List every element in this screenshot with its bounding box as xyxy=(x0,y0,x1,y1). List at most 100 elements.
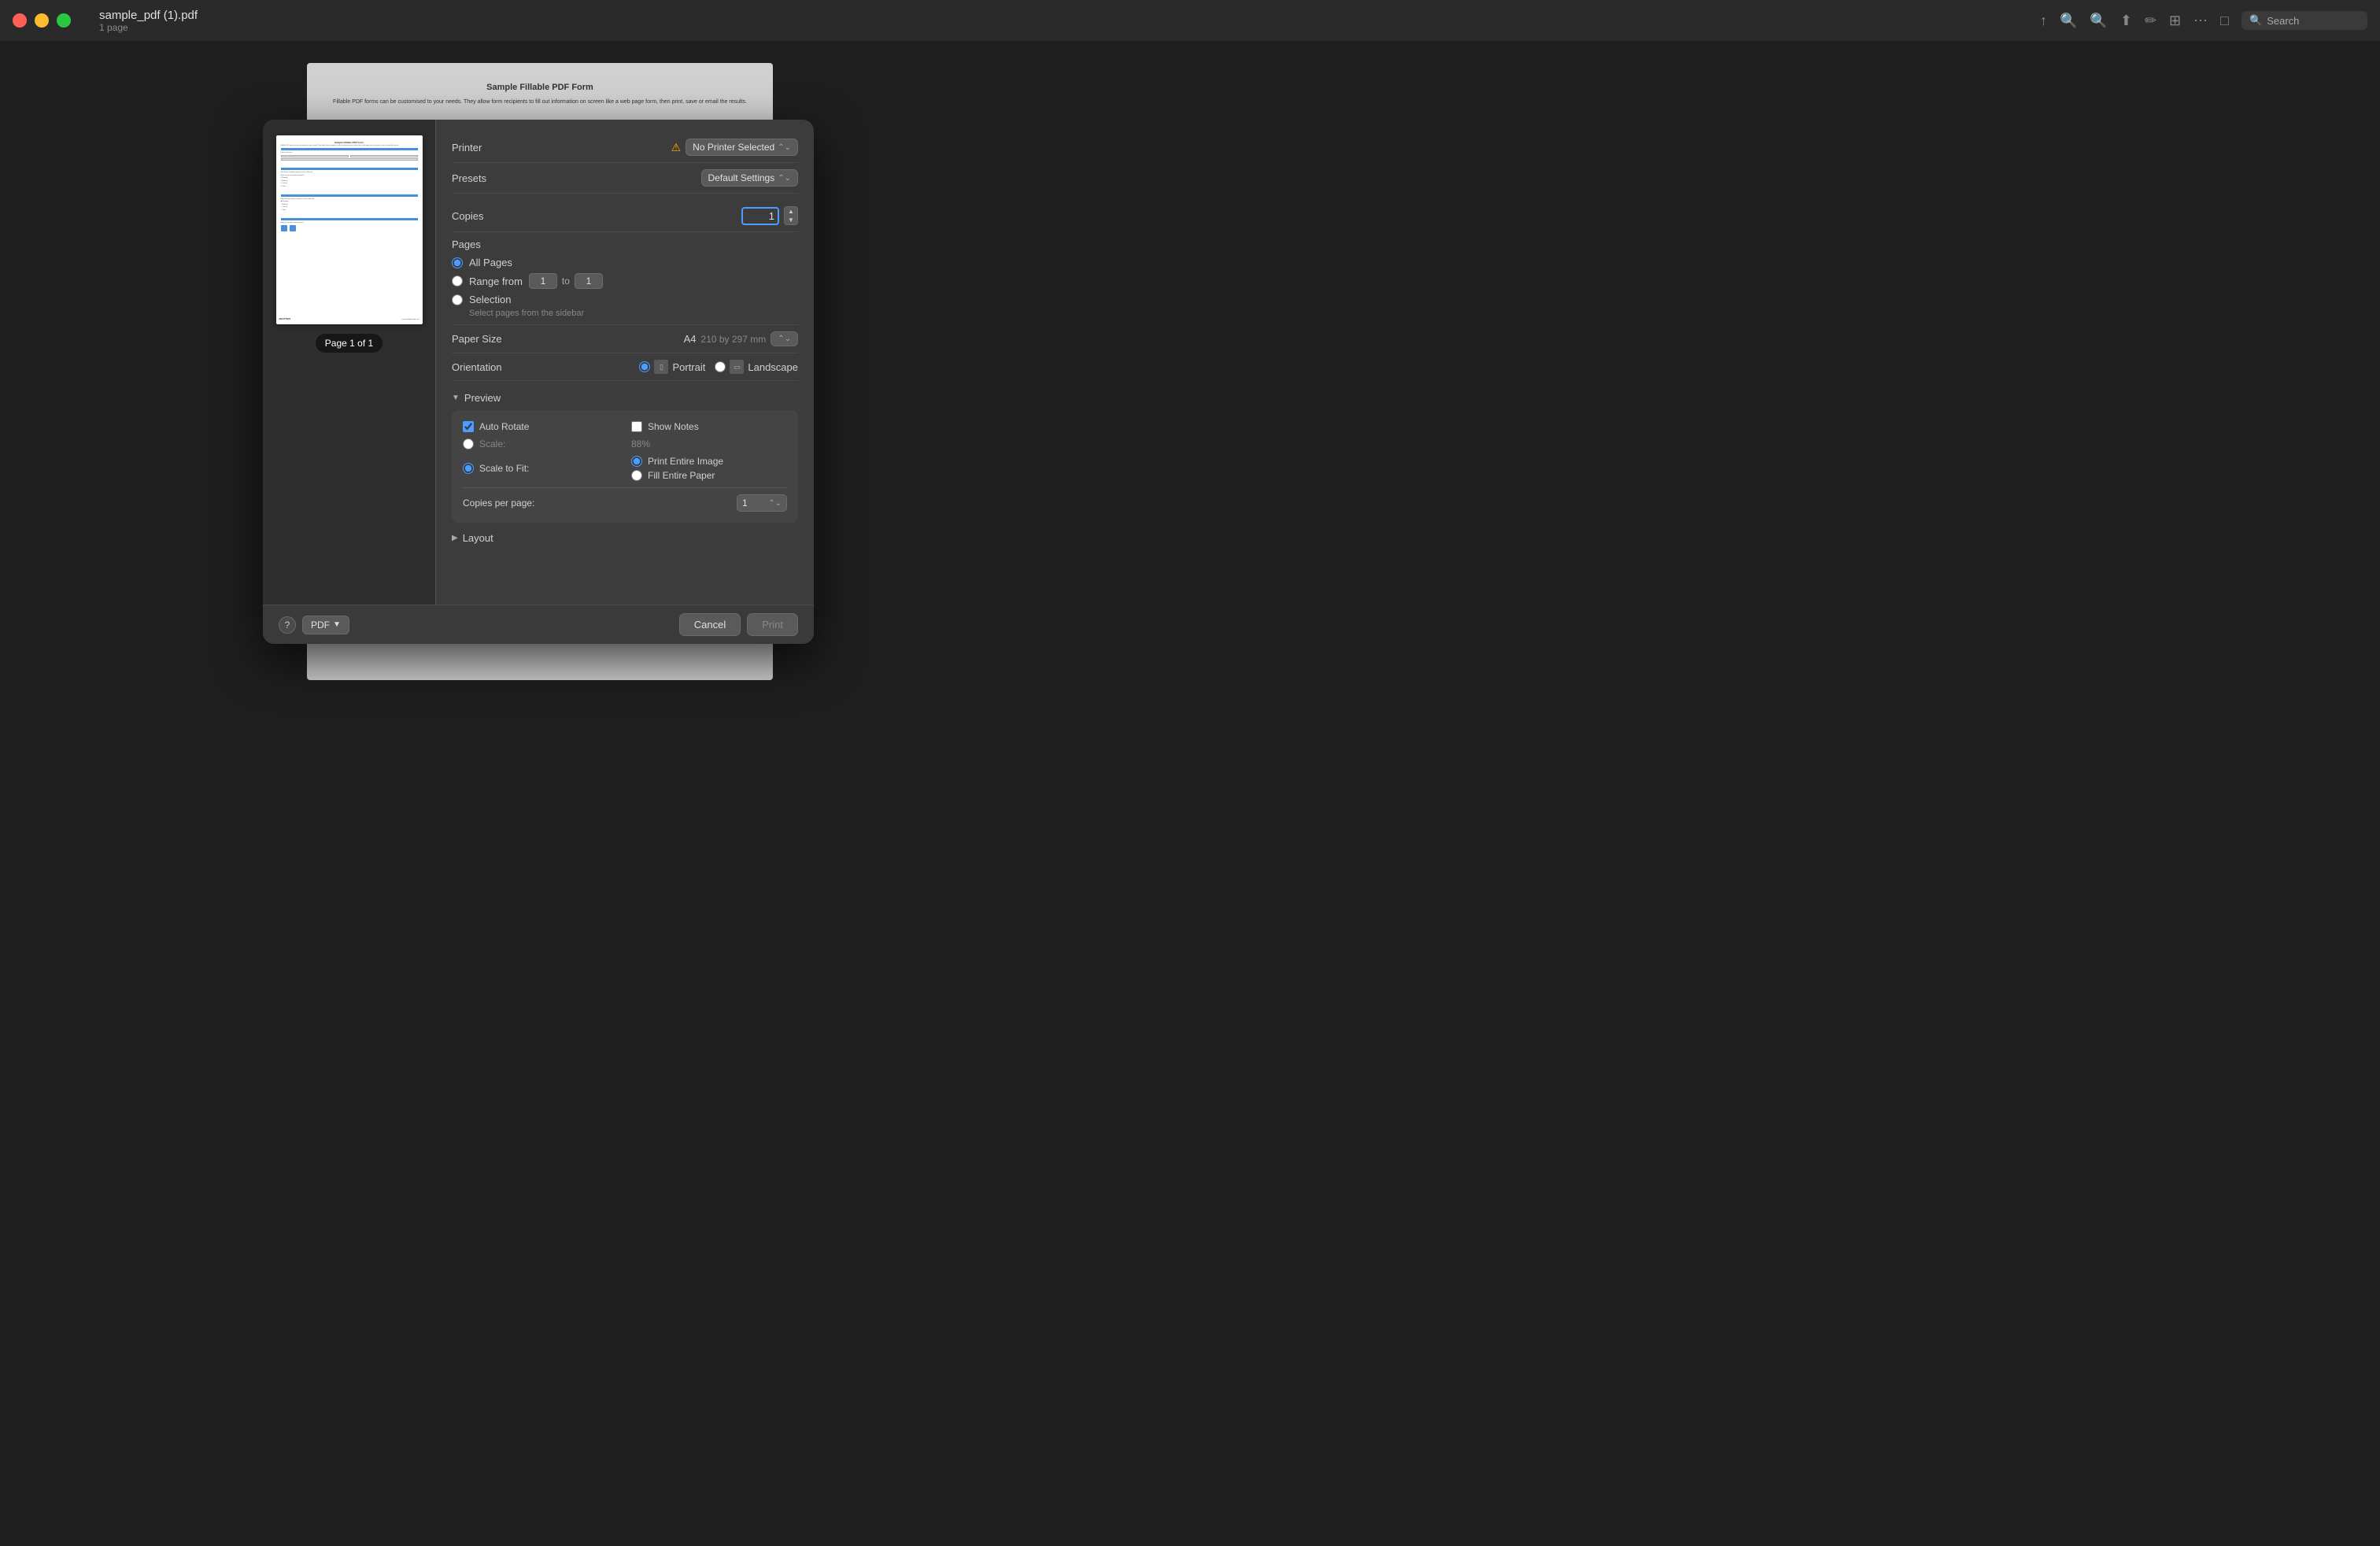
auto-rotate-row: Auto Rotate xyxy=(463,421,619,432)
print-entire-image-label: Print Entire Image xyxy=(648,456,723,467)
preview-radio-section: Radio Buttons (only one option can be se… xyxy=(281,198,418,201)
cancel-button[interactable]: Cancel xyxy=(679,613,741,636)
pages-section: Pages All Pages Range from to Selection … xyxy=(452,232,798,325)
preview-blue-bar-2 xyxy=(281,168,418,170)
show-notes-checkbox[interactable] xyxy=(631,421,642,432)
scale-percent: 88% xyxy=(631,438,650,449)
copies-decrement[interactable]: ▼ xyxy=(785,216,797,224)
all-pages-radio[interactable] xyxy=(452,257,463,268)
minimize-button[interactable] xyxy=(35,13,49,28)
traffic-lights xyxy=(13,13,71,28)
orientation-row: Orientation ▯ Portrait ▭ Landscape xyxy=(452,353,798,381)
copies-per-page-row: Copies per page: 1 ⌃⌄ xyxy=(463,487,787,512)
portrait-radio[interactable] xyxy=(639,361,650,372)
pages-label: Pages xyxy=(452,239,798,250)
printer-warning-icon: ⚠ xyxy=(671,141,682,154)
preview-section-header[interactable]: ▼ Preview xyxy=(452,386,798,410)
file-subtitle: 1 page xyxy=(99,22,198,33)
preview-logo: BEATTIES xyxy=(279,318,291,321)
search-bar[interactable]: 🔍 Search xyxy=(2241,11,2367,30)
page-indicator: Page 1 of 1 xyxy=(316,334,382,353)
preview-blue-bar-1 xyxy=(281,148,418,150)
search-placeholder: Search xyxy=(2267,15,2299,27)
close-button[interactable] xyxy=(13,13,27,28)
range-to-input[interactable] xyxy=(575,273,603,289)
range-to-label: to xyxy=(562,276,570,287)
selection-row: Selection xyxy=(452,294,798,305)
auto-rotate-label: Auto Rotate xyxy=(479,421,529,432)
fill-entire-paper-radio[interactable] xyxy=(631,470,642,481)
range-from-input[interactable] xyxy=(529,273,557,289)
paper-size-dropdown[interactable]: ⌃⌄ xyxy=(771,331,798,346)
presets-dropdown[interactable]: Default Settings ⌃⌄ xyxy=(701,169,798,187)
copies-input[interactable] xyxy=(741,207,779,225)
maximize-button[interactable] xyxy=(57,13,71,28)
pdf-button[interactable]: PDF ▼ xyxy=(302,616,349,634)
print-entire-image-radio[interactable] xyxy=(631,456,642,467)
preview-input-row-2 xyxy=(281,158,418,161)
landscape-radio[interactable] xyxy=(715,361,726,372)
scale-value-row: 88% xyxy=(631,438,787,449)
preview-chevron-icon: ▼ xyxy=(452,394,460,402)
export-icon[interactable]: ⬆ xyxy=(2120,13,2132,29)
cpp-value: 1 xyxy=(742,497,748,509)
bottom-left-actions: ? PDF ▼ xyxy=(279,616,349,634)
scale-to-fit-radio[interactable] xyxy=(463,463,474,474)
selection-radio[interactable] xyxy=(452,294,463,305)
copies-row: Copies ▲ ▼ xyxy=(452,200,798,232)
orientation-options: ▯ Portrait ▭ Landscape xyxy=(639,360,798,374)
preview-input-name xyxy=(281,155,349,157)
printer-dropdown[interactable]: No Printer Selected ⌃⌄ xyxy=(686,139,798,156)
titlebar: sample_pdf (1).pdf 1 page ↑ 🔍 🔍 ⬆ ✏ ⊞ ⋯ … xyxy=(0,0,2380,41)
range-row: Range from to xyxy=(452,273,798,289)
copies-label: Copies xyxy=(452,210,483,222)
cpp-arrow-icon: ⌃⌄ xyxy=(768,499,782,508)
presets-label: Presets xyxy=(452,172,486,184)
pdf-button-label: PDF xyxy=(311,620,330,631)
all-pages-label: All Pages xyxy=(469,257,512,268)
printer-label: Printer xyxy=(452,142,482,153)
share2-icon[interactable]: □ xyxy=(2220,13,2229,29)
scale-radio[interactable] xyxy=(463,438,474,449)
paper-dropdown-arrow: ⌃⌄ xyxy=(778,335,791,343)
landscape-label: Landscape xyxy=(748,361,798,373)
zoom-in-icon[interactable]: 🔍 xyxy=(2090,13,2107,29)
zoom-out-icon[interactable]: 🔍 xyxy=(2060,13,2077,29)
share-icon[interactable]: ↑ xyxy=(2040,13,2047,29)
pdf-button-arrow: ▼ xyxy=(333,620,341,629)
print-settings: Printer ⚠ No Printer Selected ⌃⌄ Presets… xyxy=(436,120,814,605)
paper-size-label: Paper Size xyxy=(452,333,502,345)
print-dialog: Sample Fillable PDF Form Fillable PDF fo… xyxy=(263,120,814,644)
scale-to-fit-label: Scale to Fit: xyxy=(479,463,529,474)
show-notes-label: Show Notes xyxy=(648,421,699,432)
selection-label: Selection xyxy=(469,294,511,305)
preview-input-row-1 xyxy=(281,155,418,157)
preview-checkbox-section: Blue Boxes (multiple options can be sele… xyxy=(281,172,418,174)
annotate-icon[interactable]: ✏ xyxy=(2145,13,2156,29)
pdf-title: Sample Fillable PDF Form xyxy=(329,82,751,94)
layout-section-header[interactable]: ▶ Layout xyxy=(452,527,798,549)
auto-rotate-checkbox[interactable] xyxy=(463,421,474,432)
file-title: sample_pdf (1).pdf xyxy=(99,9,198,22)
printer-row: Printer ⚠ No Printer Selected ⌃⌄ xyxy=(452,132,798,163)
portrait-icon: ▯ xyxy=(654,360,668,374)
print-button[interactable]: Print xyxy=(747,613,798,636)
copies-increment[interactable]: ▲ xyxy=(785,207,797,216)
help-button[interactable]: ? xyxy=(279,616,296,634)
page-thumbnail: Sample Fillable PDF Form Fillable PDF fo… xyxy=(276,135,423,324)
scale-label: Scale: xyxy=(479,438,505,449)
preview-section-content: Auto Rotate Show Notes Scale: 88% xyxy=(452,410,798,523)
cpp-select[interactable]: 1 ⌃⌄ xyxy=(737,494,787,512)
more-icon[interactable]: ⋯ xyxy=(2193,13,2208,29)
cpp-label: Copies per page: xyxy=(463,497,534,509)
range-radio[interactable] xyxy=(452,276,463,287)
file-info: sample_pdf (1).pdf 1 page xyxy=(99,9,198,33)
scale-to-fit-row: Scale to Fit: xyxy=(463,456,619,481)
paper-size-row: Paper Size A4 210 by 297 mm ⌃⌄ xyxy=(452,325,798,353)
presets-dropdown-arrow: ⌃⌄ xyxy=(778,174,791,183)
paper-size-value: A4 210 by 297 mm ⌃⌄ xyxy=(684,331,798,346)
preview-input-addr xyxy=(281,158,418,161)
sidebar-icon[interactable]: ⊞ xyxy=(2169,13,2181,29)
presets-row: Presets Default Settings ⌃⌄ xyxy=(452,163,798,194)
search-icon: 🔍 xyxy=(2249,14,2262,27)
